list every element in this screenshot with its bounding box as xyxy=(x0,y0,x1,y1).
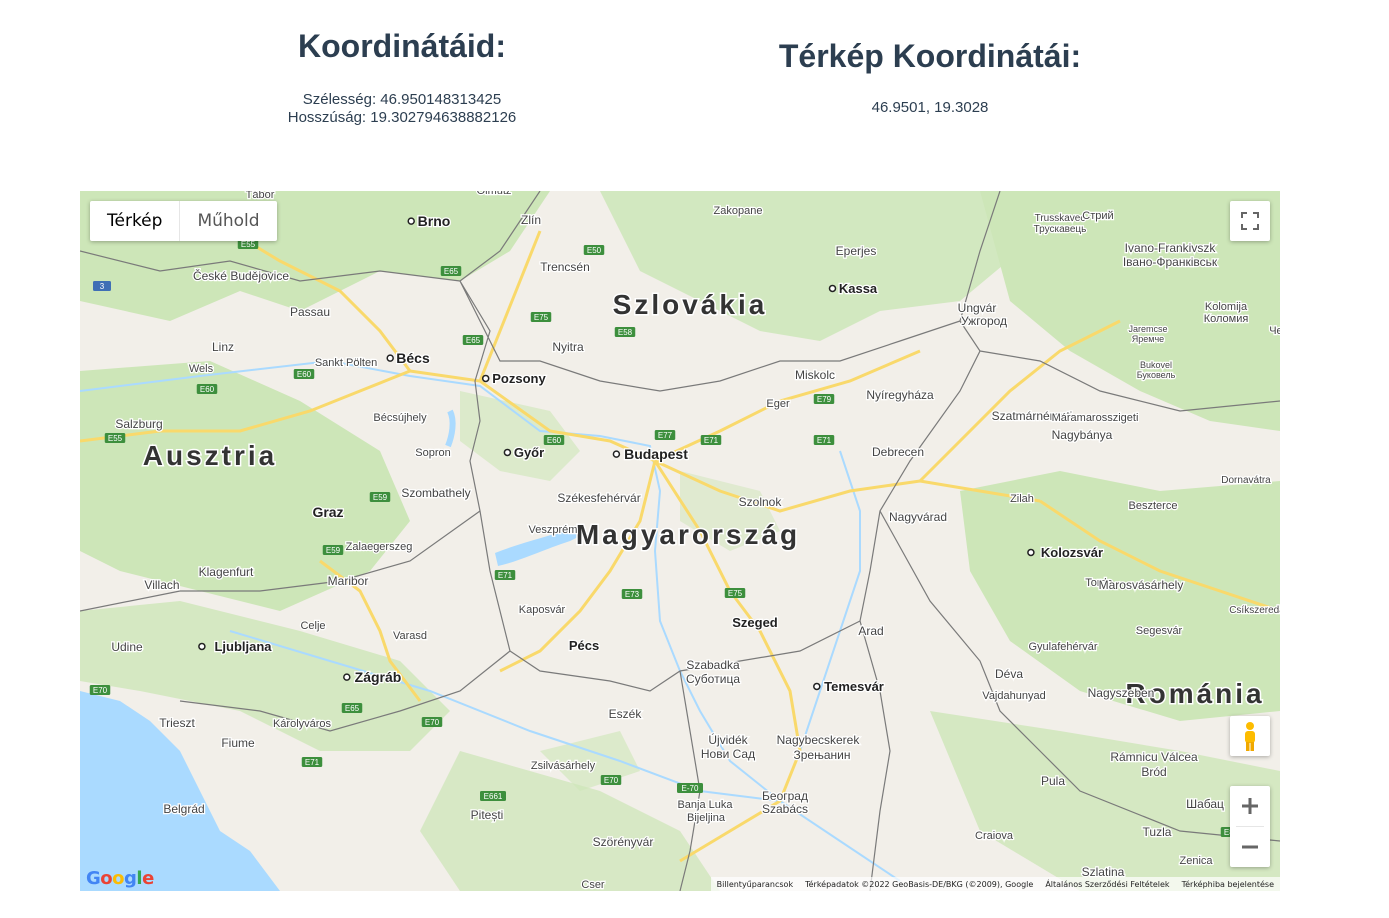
pegman-icon xyxy=(1245,722,1255,751)
map-tiles[interactable] xyxy=(80,191,1280,891)
street-view-pegman-button[interactable] xyxy=(1230,716,1270,756)
terms-link[interactable]: Általános Szerződési Feltételek xyxy=(1045,880,1169,889)
google-logo[interactable]: Google xyxy=(86,868,154,889)
fullscreen-icon xyxy=(1241,212,1259,230)
report-error-link[interactable]: Térképhiba bejelentése xyxy=(1182,880,1274,889)
map-type-button-map[interactable]: Térkép xyxy=(90,201,181,241)
map-data-credit: Térképadatok ©2022 GeoBasis-DE/BKG (©200… xyxy=(805,879,1034,889)
zoom-control xyxy=(1230,786,1270,867)
map-coordinates-panel: Térkép Koordinátái: 46.9501, 19.3028 xyxy=(728,38,1132,117)
keyboard-shortcuts-link[interactable]: Billentyűparancsok xyxy=(717,880,793,889)
latitude-text: Szélesség: 46.950148313425 xyxy=(302,91,502,108)
zoom-out-button[interactable] xyxy=(1230,827,1270,867)
map-type-control: Térkép Műhold xyxy=(90,201,277,241)
map-attribution-bar: Billentyűparancsok Térképadatok ©2022 Ge… xyxy=(710,877,1280,891)
longitude-text: Hosszúság: 19.302794638882126 xyxy=(287,109,517,126)
map-type-button-satellite[interactable]: Műhold xyxy=(180,201,276,241)
map-coordinates-title: Térkép Koordinátái: xyxy=(778,38,1082,74)
map-coordinates-value: 46.9501, 19.3028 xyxy=(871,99,989,116)
plus-icon xyxy=(1242,798,1258,814)
user-coordinates-title: Koordinátáid: xyxy=(298,28,506,64)
google-map[interactable]: Szlovákia Ausztria Magyarország Románia Tábo… xyxy=(80,191,1280,891)
zoom-in-button[interactable] xyxy=(1230,786,1270,826)
fullscreen-button[interactable] xyxy=(1230,201,1270,241)
minus-icon xyxy=(1242,845,1258,849)
user-coordinates-panel: Koordinátáid: Szélesség: 46.950148313425… xyxy=(200,28,604,127)
